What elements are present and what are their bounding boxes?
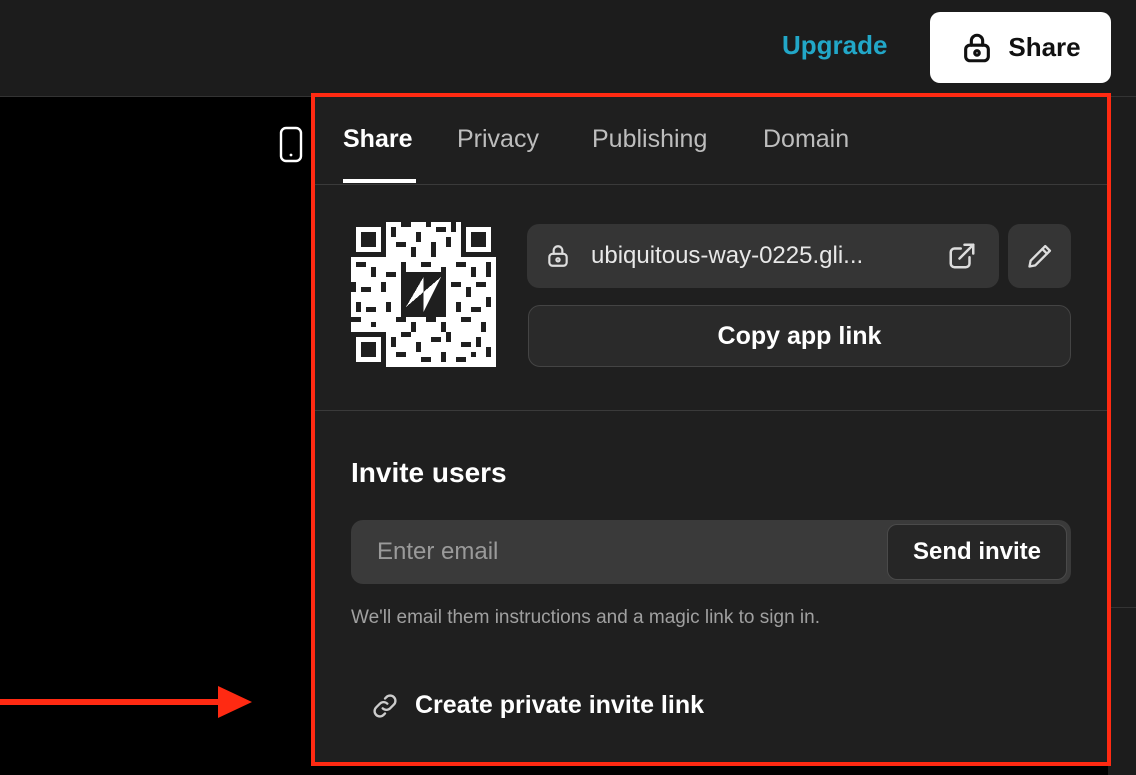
right-background-strip xyxy=(1108,97,1136,775)
create-private-invite-link[interactable]: Create private invite link xyxy=(371,691,704,720)
tab-privacy[interactable]: Privacy xyxy=(457,125,539,154)
lock-icon xyxy=(964,33,991,62)
edit-url-button[interactable] xyxy=(1008,224,1071,288)
share-button-label: Share xyxy=(1008,32,1081,62)
create-private-invite-link-label: Create private invite link xyxy=(415,691,705,719)
app-url-field[interactable]: ubiquitous-way-0225.gli... xyxy=(527,224,999,288)
send-invite-button[interactable]: Send invite xyxy=(887,524,1067,580)
phone-icon[interactable] xyxy=(279,126,303,163)
upgrade-link[interactable]: Upgrade xyxy=(782,30,887,61)
tab-share[interactable]: Share xyxy=(343,125,412,154)
share-button[interactable]: Share xyxy=(930,12,1111,83)
tab-bar: Share Privacy Publishing Domain xyxy=(315,97,1107,185)
invite-hint-text: We'll email them instructions and a magi… xyxy=(351,607,820,628)
top-bar: Upgrade Share xyxy=(0,0,1136,97)
lock-icon xyxy=(548,245,568,267)
strip-divider xyxy=(1108,607,1136,608)
tab-publishing[interactable]: Publishing xyxy=(592,125,707,154)
arrow-pointer xyxy=(0,686,252,718)
pencil-icon xyxy=(1027,244,1051,268)
tab-domain[interactable]: Domain xyxy=(763,125,849,154)
active-tab-indicator xyxy=(343,179,416,183)
section-divider xyxy=(315,410,1107,411)
app-url-text: ubiquitous-way-0225.gli... xyxy=(591,242,864,269)
email-input[interactable] xyxy=(351,520,881,584)
link-icon xyxy=(373,693,397,718)
copy-app-link-button[interactable]: Copy app link xyxy=(528,305,1071,367)
qr-code xyxy=(351,222,496,367)
external-link-icon[interactable] xyxy=(947,241,977,271)
share-panel: Share Privacy Publishing Domain ubiquito… xyxy=(311,93,1111,766)
invite-users-heading: Invite users xyxy=(351,457,507,488)
invite-email-row: Send invite xyxy=(351,520,1071,584)
